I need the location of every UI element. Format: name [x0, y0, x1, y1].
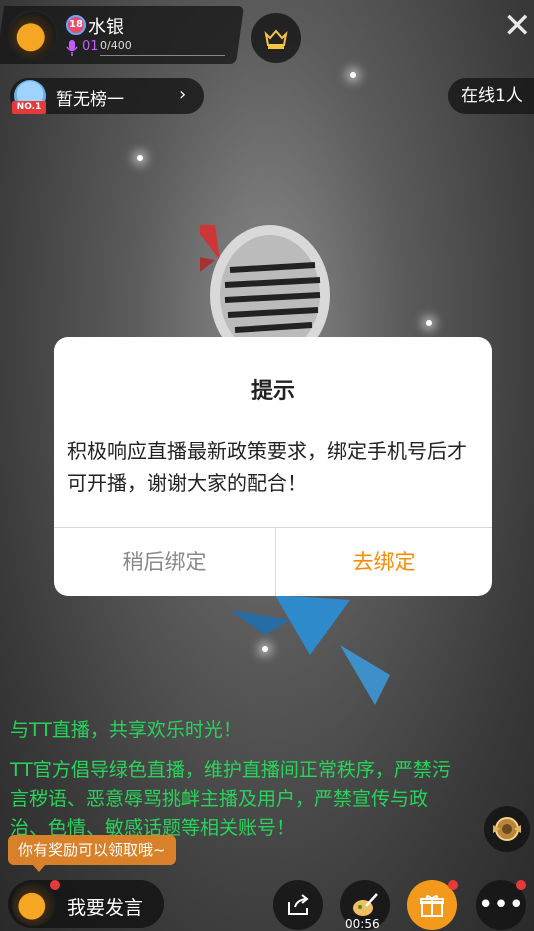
reward-tooltip-arrow: [32, 864, 46, 872]
sparkle: [137, 155, 143, 161]
no1-badge: NO.1: [12, 101, 46, 114]
chevron-right-icon: ›: [179, 84, 187, 105]
level-badge: 18: [66, 15, 86, 35]
game-icon: [353, 893, 378, 916]
throne-button[interactable]: [251, 13, 301, 63]
throne-icon: [264, 29, 288, 49]
bind-later-button[interactable]: 稍后绑定: [54, 528, 275, 596]
more-notification-dot: [516, 880, 526, 890]
bind-now-button[interactable]: 去绑定: [276, 528, 492, 596]
anchor-avatar[interactable]: [8, 10, 58, 60]
anchor-name[interactable]: 水银: [88, 13, 124, 39]
gift-notification-dot: [448, 880, 458, 890]
sparkle: [262, 646, 268, 652]
online-count[interactable]: 在线1人: [448, 78, 534, 114]
reward-tooltip[interactable]: 你有奖励可以领取哦~: [8, 835, 176, 865]
ranking-label: 暂无榜一: [56, 90, 124, 110]
game-timer: 00:56: [345, 917, 380, 931]
chat-welcome-message: 与TT直播，共享欢乐时光！: [10, 719, 242, 741]
activity-badge-button[interactable]: [484, 806, 530, 852]
bind-phone-dialog: 提示 积极响应直播最新政策要求，绑定手机号后才可开播，谢谢大家的配合！ 稍后绑定…: [54, 337, 492, 596]
notification-dot: [50, 880, 60, 890]
gift-icon: [420, 895, 444, 917]
dialog-title: 提示: [250, 379, 295, 404]
chat-notice-message: TT官方倡导绿色直播，维护直播间正常秩序，严禁污言秽语、恶意辱骂挑衅主播及用户，…: [10, 759, 451, 839]
close-button[interactable]: ✕: [503, 8, 533, 44]
sparkle: [426, 320, 432, 326]
share-button[interactable]: [273, 880, 323, 930]
microphone-icon: [66, 40, 78, 56]
dialog-message: 积极响应直播最新政策要求，绑定手机号后才可开播，谢谢大家的配合！: [67, 439, 467, 495]
mic-progress-bar: [100, 55, 225, 56]
badge-icon: [493, 817, 521, 841]
user-avatar[interactable]: [12, 882, 56, 926]
share-icon: [288, 894, 309, 915]
mic-progress-text: 0/400: [100, 39, 132, 52]
speak-label[interactable]: 我要发言: [67, 893, 143, 920]
sparkle: [350, 72, 356, 78]
mic-level: 01: [82, 39, 99, 54]
